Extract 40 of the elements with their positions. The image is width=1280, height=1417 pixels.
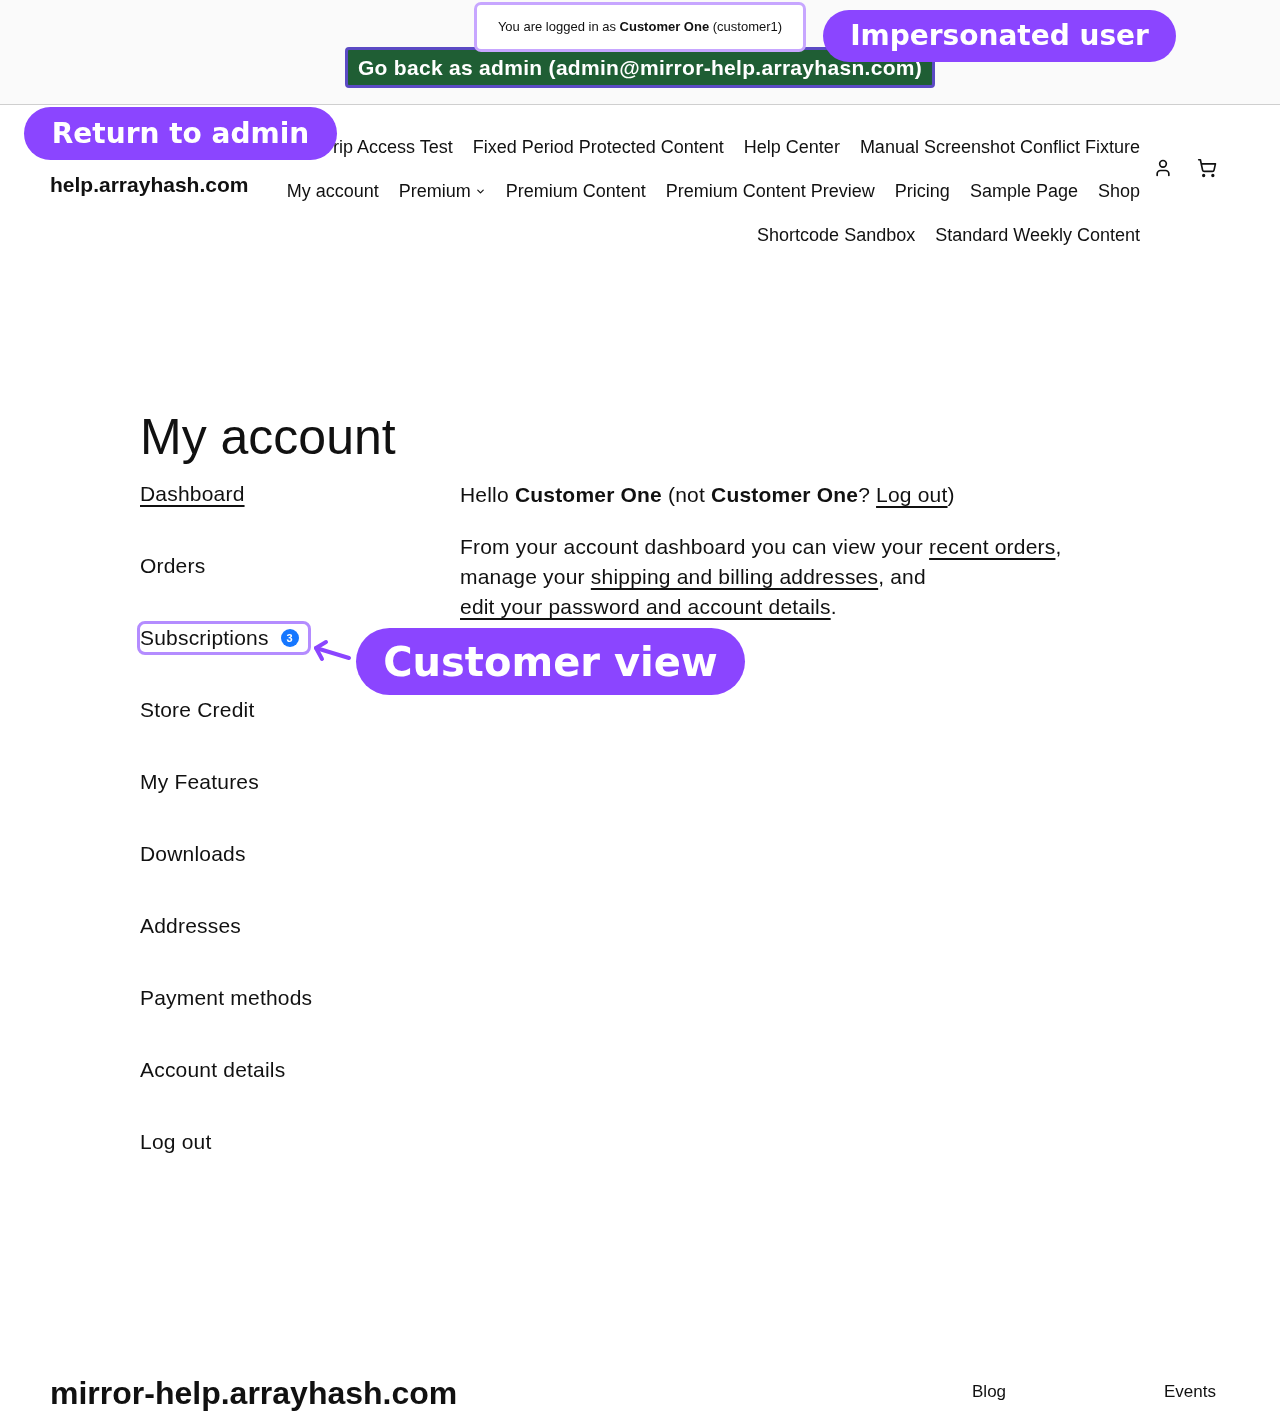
footer-link[interactable]: Blog xyxy=(972,1379,1164,1405)
nav-link[interactable]: Premium Content xyxy=(505,177,646,205)
annotation-callout: Impersonated user xyxy=(823,10,1176,62)
nav-link[interactable]: My account xyxy=(286,177,379,205)
nav-link[interactable]: Sample Page xyxy=(969,177,1078,205)
nav-link[interactable]: Standard Weekly Content xyxy=(935,221,1140,249)
dashboard-intro-text: From your account dashboard you can view your recent orders, manage your shipping and billing addresses, and edit your password and account details. xyxy=(460,534,1063,620)
nav-link[interactable]: Manual Screenshot Conflict Fixture xyxy=(859,133,1140,161)
footer-site-title[interactable]: mirror-help.arrayhash.com xyxy=(50,1374,458,1412)
inline-link[interactable]: shipping and billing addresses xyxy=(590,565,879,588)
nav-link[interactable]: Help Center xyxy=(743,133,840,161)
account-menu-link[interactable]: Store Credit xyxy=(140,696,255,724)
account-menu-link[interactable]: Addresses xyxy=(140,912,242,940)
nav-link[interactable]: Fixed Period Protected Content xyxy=(472,133,724,161)
site-title[interactable]: help.arrayhash.com xyxy=(50,173,249,197)
nav-link[interactable]: Shop xyxy=(1097,177,1140,205)
account-menu-link[interactable]: Subscriptions 3 xyxy=(140,624,308,652)
greeting-text: Hello Customer One (not Customer One? Log out) xyxy=(460,482,956,508)
account-menu-link[interactable]: Payment methods xyxy=(140,984,313,1012)
annotation-callout: Customer view xyxy=(356,628,745,695)
count-badge: 3 xyxy=(280,629,299,647)
inline-link[interactable]: Log out xyxy=(876,483,948,506)
nav-link[interactable]: Pricing xyxy=(894,177,950,205)
logged-in-notice: You are logged in as Customer One (customer1) xyxy=(474,2,806,52)
cart-icon[interactable] xyxy=(1197,158,1217,178)
account-menu-link[interactable]: Orders xyxy=(140,552,206,580)
inline-link[interactable]: edit your password and account details xyxy=(460,595,831,618)
account-menu-link[interactable]: Log out xyxy=(140,1128,212,1156)
account-menu-link[interactable]: Dashboard xyxy=(140,480,245,508)
nav-link[interactable]: Premium Content Preview xyxy=(665,177,875,205)
account-menu-link[interactable]: My Features xyxy=(140,768,259,796)
footer-link[interactable]: Events xyxy=(1164,1379,1216,1405)
page-heading: My account xyxy=(140,408,397,467)
annotation-arrow xyxy=(312,639,352,662)
account-menu-link[interactable]: Account details xyxy=(140,1056,286,1084)
inline-link[interactable]: recent orders xyxy=(929,535,1056,558)
nav-dropdown[interactable]: Premium xyxy=(398,177,486,205)
user-icon[interactable] xyxy=(1153,158,1173,178)
nav-link[interactable]: Shortcode Sandbox xyxy=(757,221,916,249)
account-menu-link[interactable]: Downloads xyxy=(140,840,246,868)
